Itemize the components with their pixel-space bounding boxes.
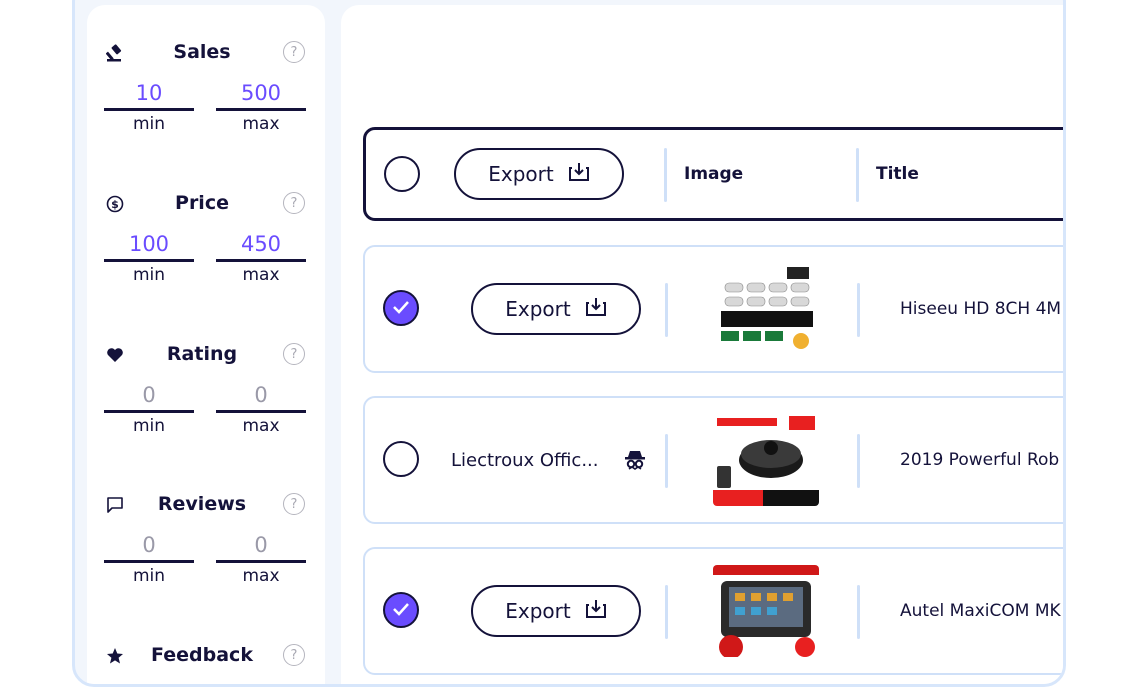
max-label: max bbox=[242, 416, 280, 436]
results-panel: Export Image Title Export Hiseeu HD 8CH … bbox=[341, 5, 1063, 684]
table-header-row: Export Image Title bbox=[363, 127, 1063, 221]
price-max-input[interactable] bbox=[216, 228, 306, 262]
column-divider bbox=[665, 283, 668, 337]
product-title[interactable]: Autel MaxiCOM MK bbox=[900, 601, 1063, 621]
download-icon bbox=[585, 599, 607, 624]
column-divider bbox=[665, 585, 668, 639]
product-title[interactable]: 2019 Powerful Rob bbox=[900, 450, 1063, 470]
spy-icon[interactable] bbox=[623, 448, 647, 476]
help-icon[interactable]: ? bbox=[283, 343, 305, 365]
help-icon[interactable]: ? bbox=[283, 644, 305, 666]
export-label: Export bbox=[505, 297, 571, 321]
min-label: min bbox=[132, 114, 166, 134]
diagnostic-tablet-thumbnail bbox=[713, 565, 819, 657]
sales-min-input[interactable] bbox=[104, 77, 194, 111]
filter-title: Rating bbox=[166, 343, 238, 365]
max-label: max bbox=[242, 114, 280, 134]
star-icon bbox=[105, 646, 125, 666]
filter-title: Sales bbox=[173, 41, 231, 63]
min-label: min bbox=[132, 566, 166, 586]
column-divider bbox=[857, 283, 860, 337]
heart-icon bbox=[105, 345, 125, 365]
product-title[interactable]: Hiseeu HD 8CH 4M bbox=[900, 299, 1063, 319]
security-camera-kit-thumbnail bbox=[713, 263, 819, 355]
row-export-button[interactable]: Export bbox=[471, 283, 641, 335]
table-row[interactable]: Liectroux Offic... 2019 Powerful Rob bbox=[363, 396, 1063, 524]
table-row[interactable]: Export Hiseeu HD 8CH 4M bbox=[363, 245, 1063, 373]
rating-min-input[interactable] bbox=[104, 379, 194, 413]
column-divider bbox=[857, 585, 860, 639]
select-all-radio[interactable] bbox=[384, 156, 420, 192]
sales-max-input[interactable] bbox=[216, 77, 306, 111]
column-header-image[interactable]: Image bbox=[684, 164, 743, 184]
max-label: max bbox=[242, 566, 280, 586]
table-row[interactable]: Export Autel MaxiCOM MK bbox=[363, 547, 1063, 675]
export-label: Export bbox=[505, 599, 571, 623]
robot-vacuum-thumbnail bbox=[713, 414, 819, 506]
filter-sales-header: Sales ? bbox=[87, 37, 325, 67]
check-icon bbox=[392, 299, 410, 318]
svg-text:$: $ bbox=[111, 198, 119, 211]
column-header-title[interactable]: Title bbox=[876, 164, 919, 184]
reviews-max-input[interactable] bbox=[216, 529, 306, 563]
reviews-min-input[interactable] bbox=[104, 529, 194, 563]
app-window: Sales ? min max $ Price ? min max bbox=[72, 0, 1066, 687]
help-icon[interactable]: ? bbox=[283, 192, 305, 214]
row-select-radio[interactable] bbox=[383, 592, 419, 628]
filter-title: Price bbox=[175, 192, 229, 214]
filter-sidebar: Sales ? min max $ Price ? min max bbox=[87, 5, 325, 684]
filter-feedback-header: Feedback ? bbox=[87, 640, 325, 670]
row-select-radio[interactable] bbox=[383, 290, 419, 326]
check-icon bbox=[392, 601, 410, 620]
gavel-icon bbox=[105, 43, 125, 63]
dollar-coin-icon: $ bbox=[105, 194, 125, 214]
help-icon[interactable]: ? bbox=[283, 41, 305, 63]
download-icon bbox=[568, 162, 590, 187]
filter-title: Feedback bbox=[151, 644, 253, 666]
help-icon[interactable]: ? bbox=[283, 493, 305, 515]
column-divider bbox=[664, 148, 667, 202]
export-label: Export bbox=[488, 162, 554, 186]
export-all-button[interactable]: Export bbox=[454, 148, 624, 200]
max-label: max bbox=[242, 265, 280, 285]
download-icon bbox=[585, 297, 607, 322]
filter-title: Reviews bbox=[157, 493, 247, 515]
row-export-button[interactable]: Export bbox=[471, 585, 641, 637]
min-label: min bbox=[132, 265, 166, 285]
column-divider bbox=[857, 434, 860, 488]
rating-max-input[interactable] bbox=[216, 379, 306, 413]
column-divider bbox=[856, 148, 859, 202]
filter-rating-header: Rating ? bbox=[87, 339, 325, 369]
filter-price-header: $ Price ? bbox=[87, 188, 325, 218]
column-divider bbox=[665, 434, 668, 488]
price-min-input[interactable] bbox=[104, 228, 194, 262]
store-name[interactable]: Liectroux Offic... bbox=[451, 450, 599, 471]
filter-reviews-header: Reviews ? bbox=[87, 489, 325, 519]
min-label: min bbox=[132, 416, 166, 436]
chat-bubble-icon bbox=[105, 495, 125, 515]
row-select-radio[interactable] bbox=[383, 441, 419, 477]
